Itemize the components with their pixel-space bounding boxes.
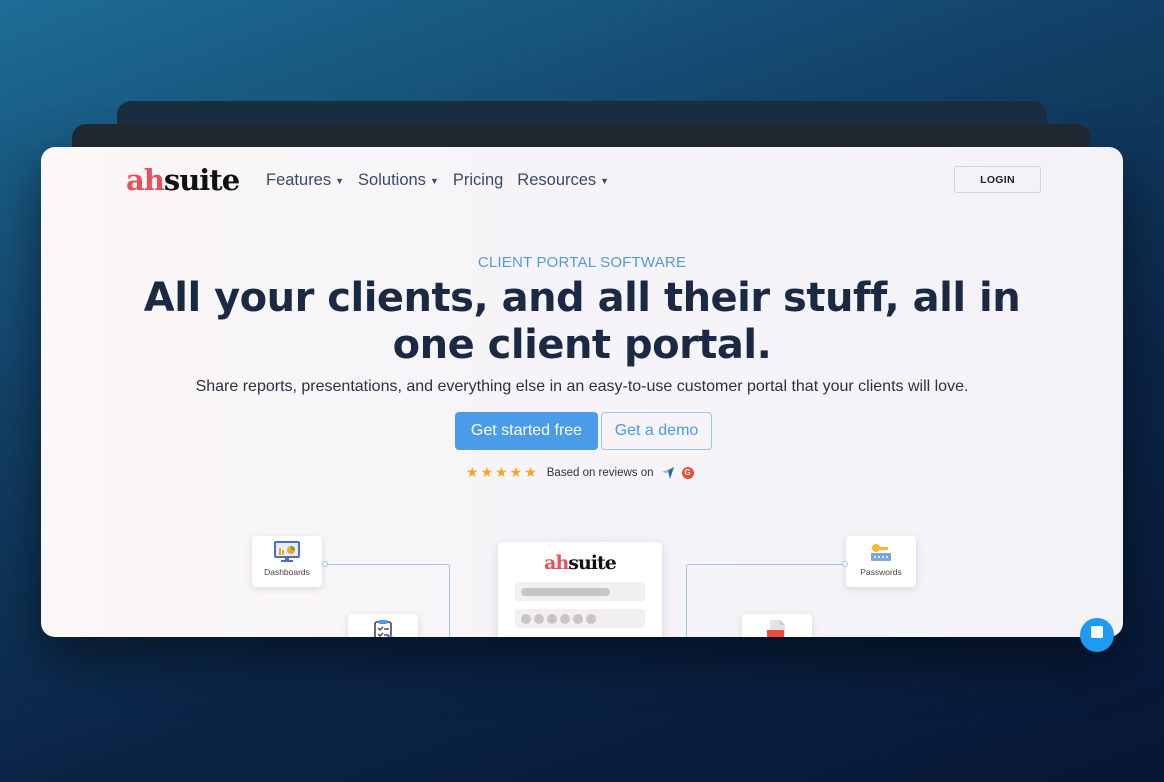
key-password-icon xyxy=(871,544,891,561)
hero-eyebrow: CLIENT PORTAL SOFTWARE xyxy=(477,254,687,271)
logo[interactable]: ahsuite xyxy=(126,163,240,197)
connector-node xyxy=(842,561,848,567)
chevron-down-icon: ▼ xyxy=(429,175,439,186)
nav-item-pricing[interactable]: Pricing xyxy=(453,171,503,190)
chevron-down-icon: ▼ xyxy=(335,175,345,186)
login-button[interactable]: LOGIN xyxy=(954,166,1041,193)
get-started-button[interactable]: Get started free xyxy=(455,412,598,450)
nav-item-features[interactable]: Features ▼ xyxy=(266,171,344,190)
star-rating: ★★★★★ xyxy=(466,464,539,480)
capterra-icon[interactable] xyxy=(661,466,674,479)
chat-widget-icon xyxy=(1091,626,1103,638)
portal-logo: ahsuite xyxy=(544,552,617,574)
passwords-card: Passwords xyxy=(846,536,916,587)
dashboard-monitor-icon xyxy=(274,541,300,562)
reviews-text: Based on reviews on xyxy=(546,466,654,479)
hero-subhead: Share reports, presentations, and everyt… xyxy=(195,378,969,395)
chevron-down-icon: ▼ xyxy=(600,175,610,186)
g2-icon[interactable]: G xyxy=(681,466,694,479)
connector-node xyxy=(322,561,328,567)
main-nav: Features ▼ Solutions ▼ Pricing Resources ▼ xyxy=(266,171,609,190)
connector-right xyxy=(686,564,844,637)
hero-headline: All your clients, and all their stuff, a… xyxy=(143,275,1021,368)
portal-username-field xyxy=(515,582,645,601)
dashboards-card: Dashboards xyxy=(252,536,322,587)
chat-widget-button[interactable] xyxy=(1080,618,1114,652)
nav-item-resources[interactable]: Resources ▼ xyxy=(517,171,609,190)
get-demo-button[interactable]: Get a demo xyxy=(601,412,712,450)
cta-row: Get started free Get a demo xyxy=(455,412,712,450)
portal-login-mockup: ahsuite xyxy=(498,542,662,637)
connector-left xyxy=(325,564,450,637)
portal-password-field xyxy=(515,609,645,628)
browser-window: ahsuite Features ▼ Solutions ▼ Pricing Res… xyxy=(41,147,1123,637)
nav-item-solutions[interactable]: Solutions ▼ xyxy=(358,171,439,190)
reviews-row: ★★★★★ Based on reviews on G xyxy=(466,464,694,481)
